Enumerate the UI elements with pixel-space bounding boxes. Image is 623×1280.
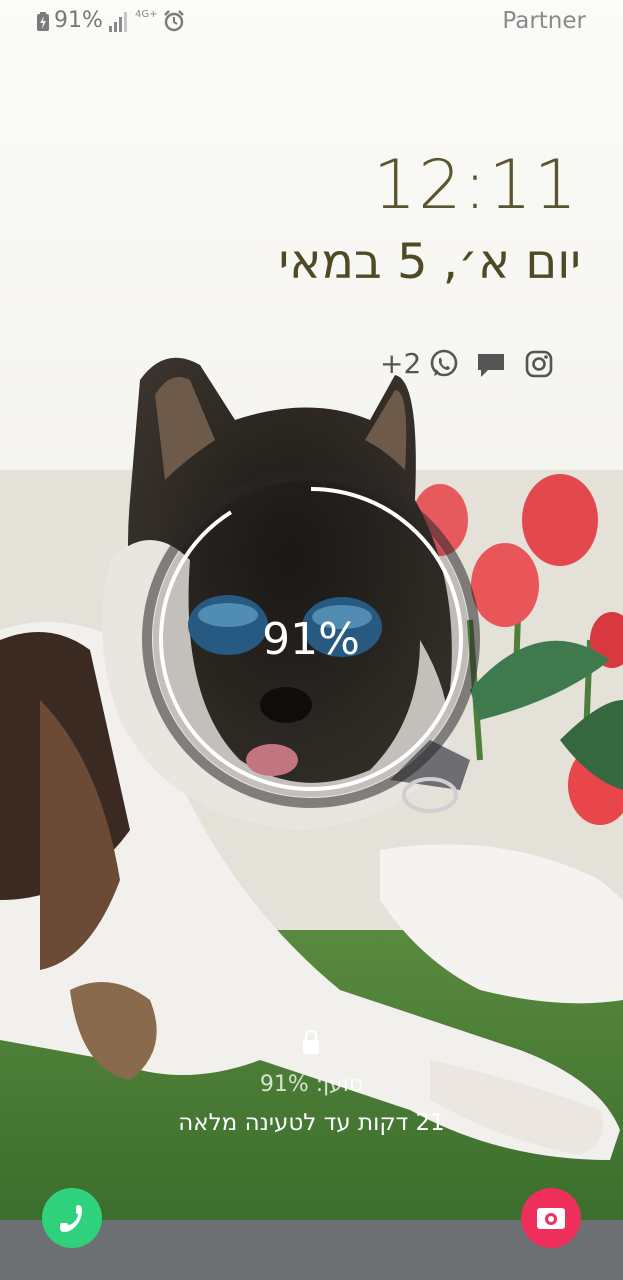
charging-status: טוען: 91% bbox=[259, 1072, 364, 1097]
whatsapp-icon bbox=[430, 349, 458, 377]
camera-shortcut-button[interactable] bbox=[521, 1188, 581, 1248]
status-bar: 91% 4G+ Partner bbox=[0, 0, 623, 44]
charging-eta: 21 דקות עד לטעינה מלאה bbox=[178, 1110, 445, 1136]
signal-icon bbox=[109, 12, 127, 32]
instagram-icon bbox=[525, 350, 553, 378]
notification-more-count: +2 bbox=[380, 347, 422, 380]
camera-icon bbox=[537, 1208, 565, 1229]
alarm-icon bbox=[164, 10, 184, 32]
battery-charging-icon bbox=[37, 12, 49, 31]
lock-icon[interactable] bbox=[300, 1028, 322, 1056]
battery-percent: 91% bbox=[54, 8, 103, 33]
network-4g-icon: 4G+ bbox=[135, 9, 158, 20]
lockscreen-date: יום א׳, 5 במאי bbox=[278, 234, 581, 290]
carrier-name: Partner bbox=[502, 8, 586, 34]
phone-icon bbox=[60, 1205, 82, 1232]
message-icon bbox=[478, 354, 504, 377]
charging-ring-percent: 91% bbox=[262, 614, 360, 665]
lockscreen-clock: 12:11 bbox=[373, 146, 579, 225]
phone-shortcut-button[interactable] bbox=[42, 1188, 102, 1248]
